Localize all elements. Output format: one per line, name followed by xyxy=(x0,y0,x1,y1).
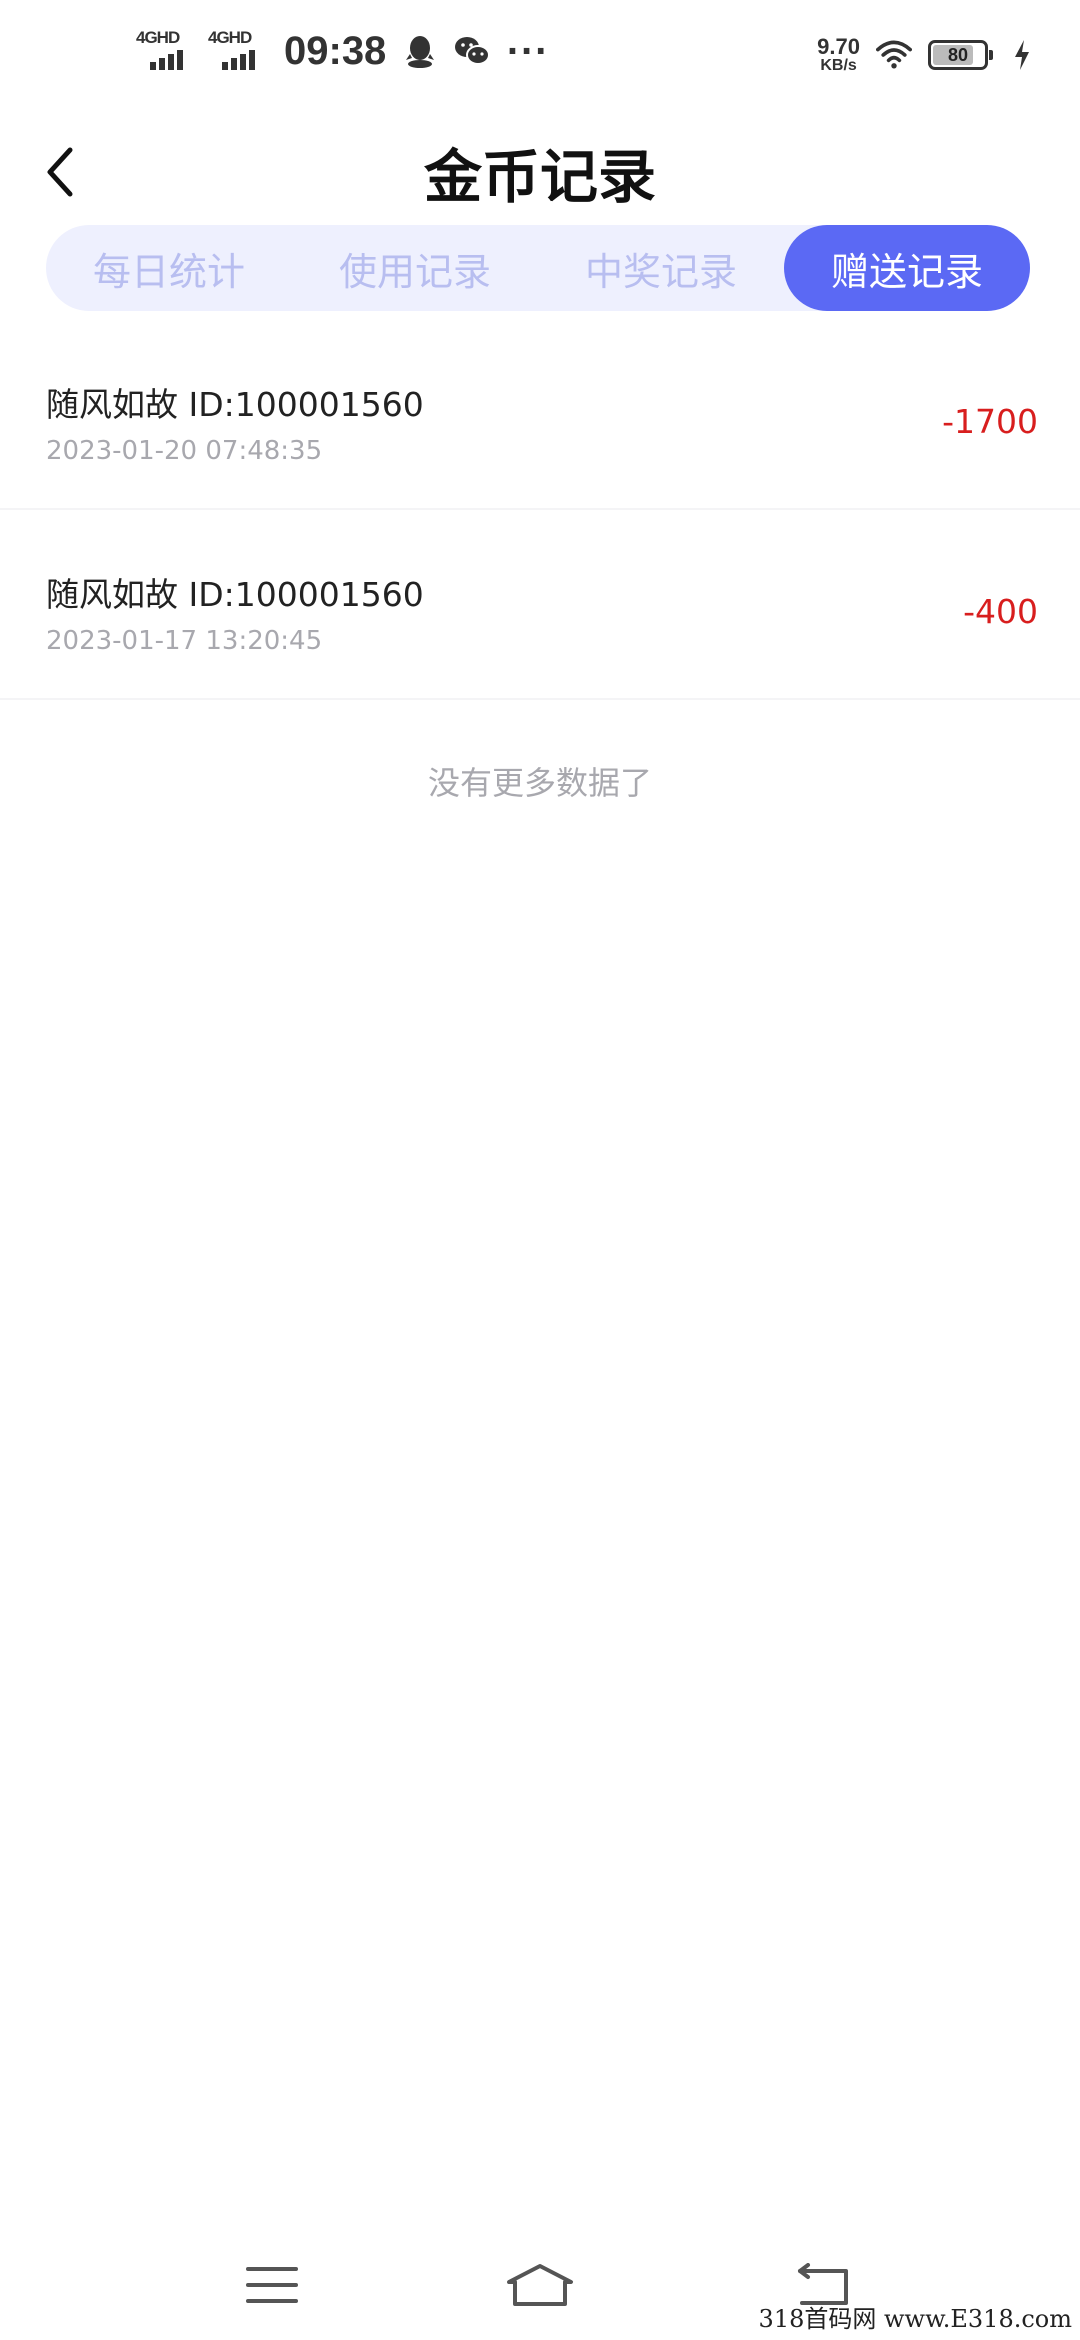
charging-icon xyxy=(1004,37,1040,73)
battery-level: 80 xyxy=(947,44,969,65)
home-button[interactable] xyxy=(490,2250,590,2320)
record-recipient: 随风如故 ID:100001560 xyxy=(46,385,424,424)
watermark: 318首码网 www.E318.com xyxy=(758,2305,1072,2333)
battery-icon: 80 xyxy=(928,40,993,70)
more-notifications-icon: ··· xyxy=(506,32,549,70)
status-bar-left: 4GHD 4GHD 09:38 ··· xyxy=(136,28,549,74)
signal-sim1-icon: 4GHD xyxy=(136,28,192,74)
no-more-data-text: 没有更多数据了 xyxy=(427,764,652,802)
tab-bar: 每日统计 使用记录 中奖记录 赠送记录 xyxy=(46,225,1030,311)
network-speed-unit: KB/s xyxy=(820,57,857,74)
network-speed: 9.70 KB/s xyxy=(817,36,860,74)
network-speed-value: 9.70 xyxy=(817,34,860,59)
qq-icon xyxy=(402,33,438,69)
page-title: 金币记录 xyxy=(423,143,656,211)
sim2-label: 4GHD xyxy=(208,28,252,47)
status-bar-right: 9.70 KB/s 80 xyxy=(817,36,1040,74)
record-amount: -1700 xyxy=(942,402,1038,441)
home-icon xyxy=(507,2264,573,2306)
tab-usage-records[interactable]: 使用记录 xyxy=(292,225,538,311)
record-time: 2023-01-17 13:20:45 xyxy=(46,626,323,656)
signal-sim2-icon: 4GHD xyxy=(208,28,264,74)
record-time: 2023-01-20 07:48:35 xyxy=(46,436,323,466)
sim1-label: 4GHD xyxy=(136,28,180,47)
list-item[interactable]: 随风如故 ID:100001560 2023-01-20 07:48:35 -1… xyxy=(0,320,1080,510)
status-time: 09:38 xyxy=(284,28,387,73)
tab-prize-records[interactable]: 中奖记录 xyxy=(538,225,784,311)
menu-icon xyxy=(246,2267,298,2303)
tab-daily-stats[interactable]: 每日统计 xyxy=(46,225,292,311)
tab-gift-records[interactable]: 赠送记录 xyxy=(784,225,1030,311)
status-bar: 4GHD 4GHD 09:38 ··· 9.70 KB/s 80 xyxy=(0,0,1080,120)
record-recipient: 随风如故 ID:100001560 xyxy=(46,575,424,614)
list-item[interactable]: 随风如故 ID:100001560 2023-01-17 13:20:45 -4… xyxy=(0,510,1080,700)
menu-button[interactable] xyxy=(222,2250,322,2320)
record-amount: -400 xyxy=(963,592,1038,631)
wifi-icon xyxy=(876,37,912,73)
record-list: 随风如故 ID:100001560 2023-01-20 07:48:35 -1… xyxy=(0,320,1080,700)
wechat-icon xyxy=(454,33,491,69)
header: 金币记录 xyxy=(0,120,1080,220)
